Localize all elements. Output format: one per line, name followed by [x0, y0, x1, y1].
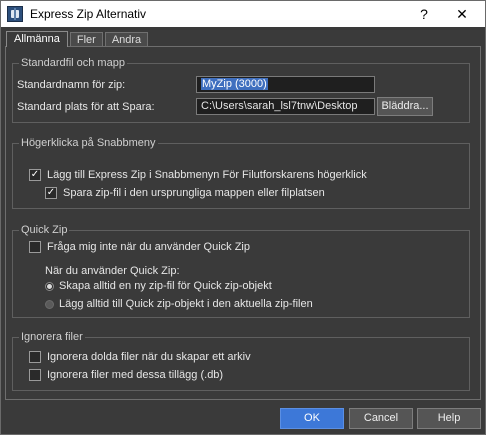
ignore-extensions-label: Ignorera filer med dessa tillägg (.db)	[47, 369, 224, 381]
ignore-extensions-checkbox[interactable]: Ignorera filer med dessa tillägg (.db)	[29, 368, 223, 382]
zip-name-value: MyZip (3000)	[201, 78, 268, 90]
add-to-context-menu-checkbox[interactable]: ✓ Lägg till Express Zip i Snabbmenyn För…	[29, 168, 367, 182]
group-context-menu: Högerklicka på Snabbmeny ✓ Lägg till Exp…	[12, 136, 470, 209]
radio-current-zip-label: Lägg alltid till Quick zip-objekt i den …	[59, 298, 313, 310]
express-zip-app-icon	[7, 6, 23, 22]
when-using-quick-zip-label: När du använder Quick Zip:	[45, 265, 180, 277]
window-title: Express Zip Alternativ	[30, 7, 147, 21]
zip-name-input[interactable]: MyZip (3000)	[196, 76, 375, 93]
zip-name-label: Standardnamn för zip:	[17, 79, 126, 91]
tab-strip: Allmänna Fler Andra	[6, 31, 150, 47]
browse-button[interactable]: Bläddra...	[377, 97, 433, 116]
group-title-standard: Standardfil och mapp	[19, 56, 127, 70]
save-location-label: Standard plats för att Spara:	[17, 101, 155, 113]
ignore-hidden-label: Ignorera dolda filer när du skapar ett a…	[47, 351, 251, 363]
group-ignore-files: Ignorera filer Ignorera dolda filer när …	[12, 330, 470, 391]
save-in-original-checkbox[interactable]: ✓ Spara zip-fil i den ursprungliga mappe…	[45, 186, 325, 200]
tab-panel-allmanna: Standardfil och mapp Standardnamn för zi…	[5, 46, 481, 400]
dont-ask-quick-zip-label: Fråga mig inte när du använder Quick Zip	[47, 241, 250, 253]
checkmark-icon: ✓	[45, 187, 57, 199]
group-standard-file: Standardfil och mapp Standardnamn för zi…	[12, 56, 470, 123]
save-location-input[interactable]: C:\Users\sarah_lsl7tnw\Desktop	[196, 98, 375, 115]
close-window-button[interactable]: ✕	[443, 1, 481, 27]
group-title-quick-zip: Quick Zip	[19, 223, 70, 237]
question-mark-icon: ?	[420, 6, 428, 22]
radio-new-zip[interactable]: Skapa alltid en ny zip-fil för Quick zip…	[45, 279, 272, 293]
close-icon: ✕	[456, 5, 468, 22]
save-in-original-label: Spara zip-fil i den ursprungliga mappen …	[63, 187, 325, 199]
dont-ask-quick-zip-checkbox[interactable]: Fråga mig inte när du använder Quick Zip	[29, 240, 250, 254]
radio-current-zip[interactable]: Lägg alltid till Quick zip-objekt i den …	[45, 297, 313, 311]
options-dialog: Express Zip Alternativ ? ✕ Allmänna Fler…	[0, 0, 486, 435]
group-title-context: Högerklicka på Snabbmeny	[19, 136, 158, 150]
checkbox-box	[29, 241, 41, 253]
tab-fler[interactable]: Fler	[69, 32, 103, 47]
tab-allmanna[interactable]: Allmänna	[6, 31, 68, 47]
group-quick-zip: Quick Zip Fråga mig inte när du använder…	[12, 223, 470, 318]
ok-button[interactable]: OK	[280, 408, 344, 429]
tab-andra[interactable]: Andra	[104, 32, 149, 47]
ignore-hidden-checkbox[interactable]: Ignorera dolda filer när du skapar ett a…	[29, 350, 251, 364]
checkbox-box	[29, 351, 41, 363]
title-bar: Express Zip Alternativ ? ✕	[1, 1, 485, 27]
checkbox-box	[29, 369, 41, 381]
radio-selected-icon	[45, 281, 54, 291]
add-to-context-menu-label: Lägg till Express Zip i Snabbmenyn För F…	[47, 169, 367, 181]
checkmark-icon: ✓	[29, 169, 41, 181]
help-title-button[interactable]: ?	[405, 1, 443, 27]
cancel-button[interactable]: Cancel	[349, 408, 413, 429]
radio-new-zip-label: Skapa alltid en ny zip-fil för Quick zip…	[59, 280, 272, 292]
group-title-ignore: Ignorera filer	[19, 330, 85, 344]
radio-unselected-icon	[45, 299, 54, 309]
help-button[interactable]: Help	[417, 408, 481, 429]
